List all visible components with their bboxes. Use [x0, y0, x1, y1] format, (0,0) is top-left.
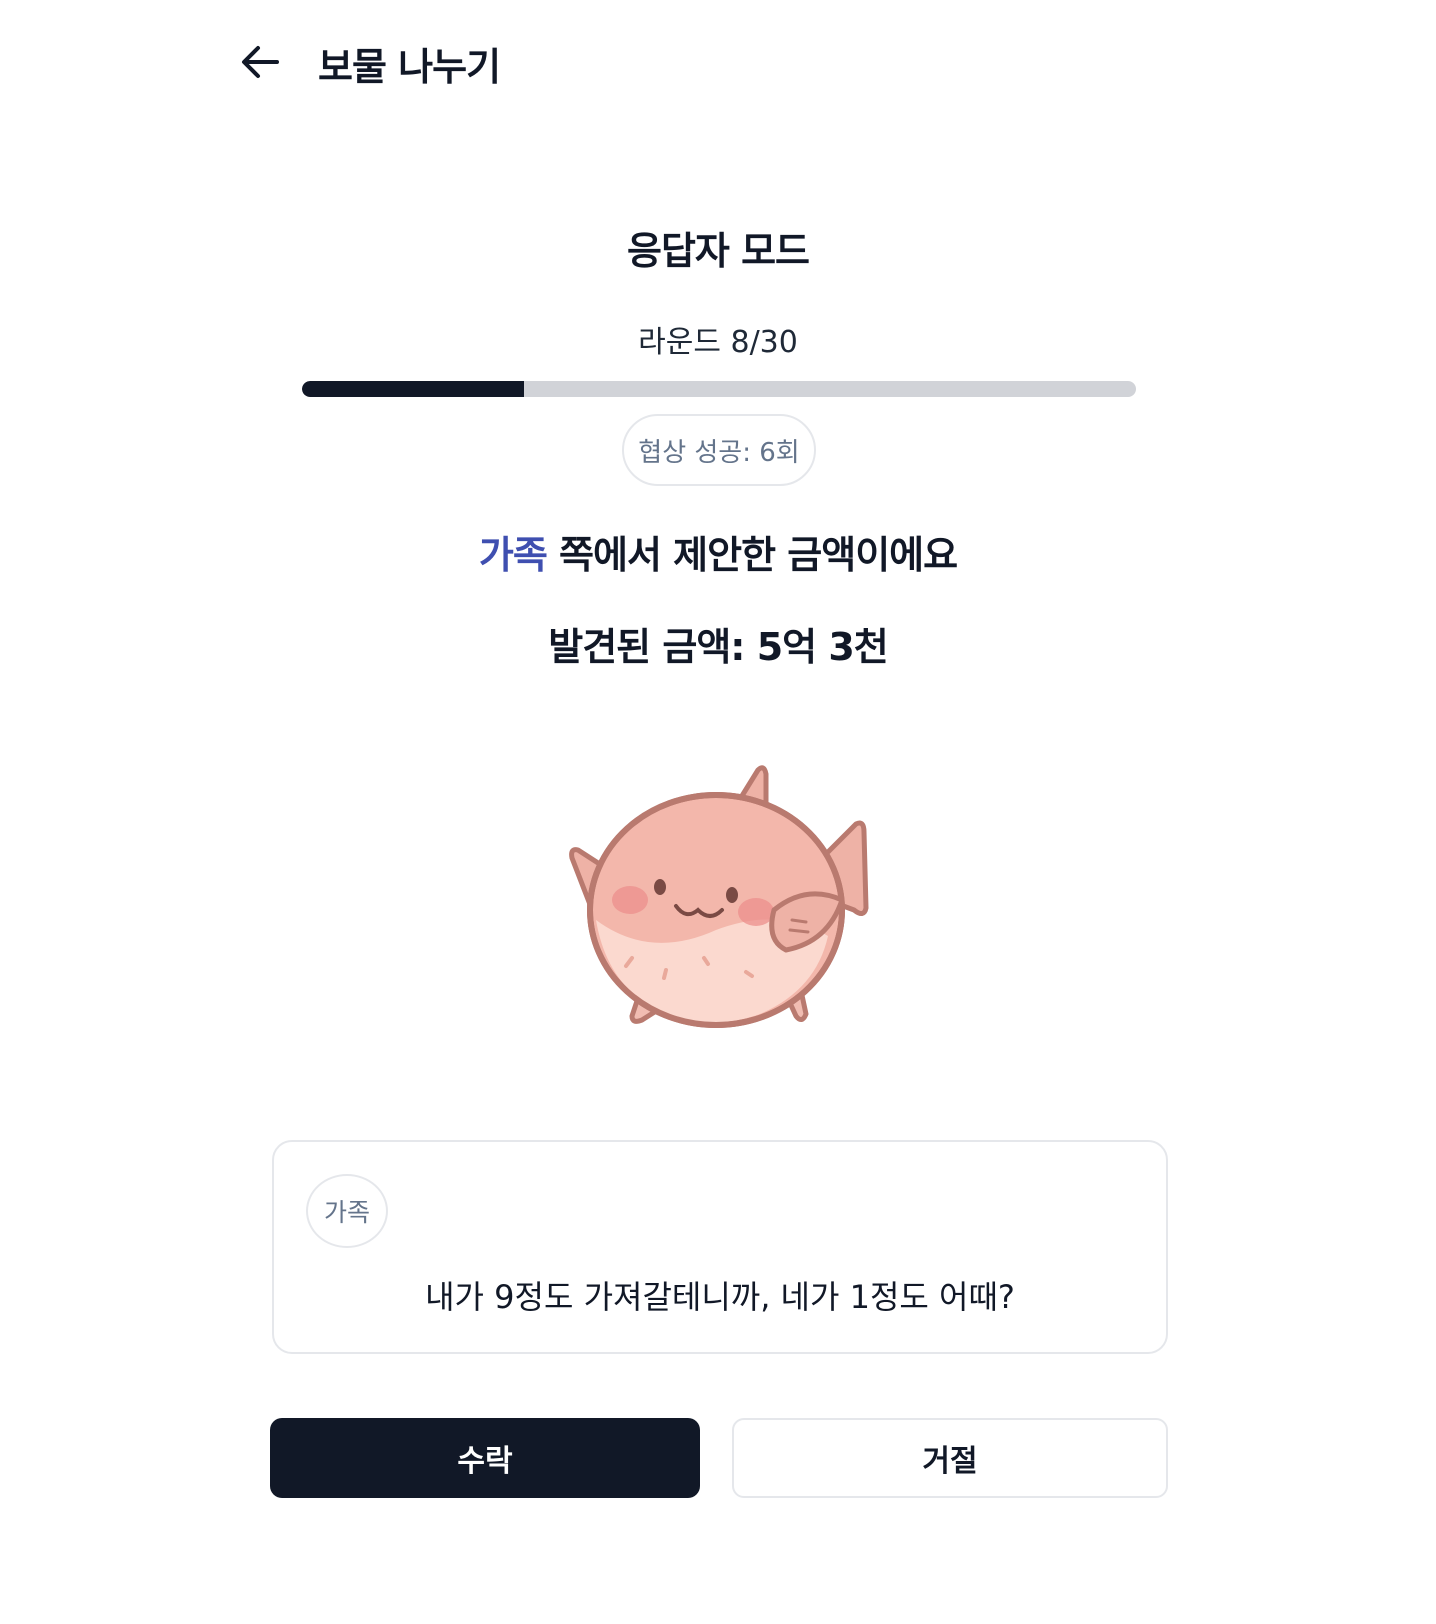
page: 보물 나누기 응답자 모드 라운드 8/30 협상 성공: 6회 가족 쪽에서 …	[0, 0, 1436, 1624]
found-amount: 발견된 금액: 5억 3천	[548, 625, 889, 669]
proposer-heading-text: 쪽에서 제안한 금액이에요	[546, 533, 958, 577]
proposer-name: 가족	[478, 533, 548, 577]
offer-message-text: 내가 9정도 가져갈테니까, 네가 1정도 어때?	[425, 1278, 1015, 1316]
pufferfish-illustration	[569, 765, 869, 1028]
page-title: 보물 나누기	[318, 45, 501, 89]
round-label: 라운드 8/30	[638, 325, 798, 360]
round-progress-bar	[302, 381, 1136, 397]
success-count-badge: 협상 성공: 6회	[622, 414, 816, 486]
accept-button[interactable]: 수락	[270, 1418, 700, 1498]
proposer-heading: 가족 쪽에서 제안한 금액이에요	[0, 524, 1436, 579]
round-progress-fill	[302, 381, 525, 397]
mode-title: 응답자 모드	[626, 229, 810, 273]
speaker-avatar: 가족	[306, 1174, 388, 1248]
offer-message-card: 가족 내가 9정도 가져갈테니까, 네가 1정도 어때?	[272, 1140, 1168, 1354]
arrow-left-icon	[242, 46, 279, 78]
back-button[interactable]	[240, 42, 280, 82]
reject-button[interactable]: 거절	[732, 1418, 1168, 1498]
